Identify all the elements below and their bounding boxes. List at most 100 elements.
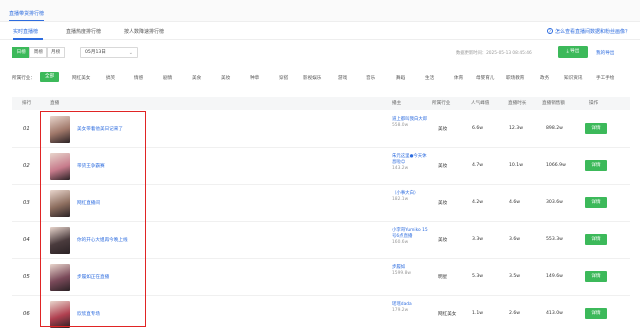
streamer-name[interactable]: 道上都叫我白大郎 xyxy=(392,117,427,122)
peak-audience: 4.2w xyxy=(472,200,484,205)
filter-item[interactable]: 舞蹈 xyxy=(396,75,405,81)
live-duration: 3.5w xyxy=(509,274,521,279)
streamer-name[interactable]: 小李哥Yumiko 15号6点直播 xyxy=(392,228,428,239)
live-thumbnail[interactable] xyxy=(50,153,70,180)
col-industry: 所属行业 xyxy=(432,101,451,106)
streamer-fans: 179.2w xyxy=(392,308,409,313)
top-tab[interactable]: 直播带货排行榜 xyxy=(9,10,45,21)
live-sales: 553.3w xyxy=(546,237,563,242)
my-export-link[interactable]: 我的导出 xyxy=(596,50,614,56)
filter-item[interactable]: 美妆 xyxy=(221,75,230,81)
detail-button[interactable]: 详情 xyxy=(585,234,607,245)
col-sales: 直播销售额 xyxy=(542,101,565,106)
live-thumbnail[interactable] xyxy=(50,190,70,217)
live-title[interactable]: 步履如正在直播 xyxy=(77,274,109,280)
filter-item[interactable]: 知识资讯 xyxy=(564,75,582,81)
streamer-cell[interactable]: 瑶瑶dada 179.2w xyxy=(392,302,430,314)
filter-item[interactable]: 网红美女 xyxy=(72,75,90,81)
live-duration: 10.1w xyxy=(509,163,523,168)
live-title[interactable]: 你的开心大姐再今晚上线 xyxy=(77,237,128,243)
rank: 01 xyxy=(23,126,30,132)
live-title[interactable]: 网红直播间 xyxy=(77,200,100,206)
live-title[interactable]: 欣欣直专场 xyxy=(77,311,100,317)
live-title[interactable]: 美女带着他美日记来了 xyxy=(77,126,123,132)
date-value: 05月13日 xyxy=(85,50,106,55)
streamer-cell[interactable]: 小李哥Yumiko 15号6点直播 160.6w xyxy=(392,228,430,246)
filter-item[interactable]: 音乐 xyxy=(366,75,375,81)
live-sales: 303.6w xyxy=(546,200,563,205)
live-duration: 12.3w xyxy=(509,126,523,131)
streamer-fans: 558.0w xyxy=(392,123,409,128)
daily-button[interactable]: 日榜 xyxy=(12,47,31,58)
rank: 04 xyxy=(23,237,30,243)
filter-item[interactable]: 母婴育儿 xyxy=(476,75,494,81)
col-rank: 排行 xyxy=(22,101,32,106)
period-toggle: 日榜 周榜 月榜 xyxy=(12,47,65,58)
live-thumbnail[interactable] xyxy=(50,264,70,291)
filter-item[interactable]: 游戏 xyxy=(338,75,347,81)
filter-item[interactable]: 搞笑 xyxy=(106,75,115,81)
sub-tabs: 实时直播榜 直播热度排行榜 按人数降速排行榜 ? 怎么查看直播间数据和粉丝画像？ xyxy=(0,22,640,40)
filter-item[interactable]: 影视娱乐 xyxy=(303,75,321,81)
peak-audience: 6.6w xyxy=(472,126,484,131)
filter-item[interactable]: 情感 xyxy=(134,75,143,81)
detail-button[interactable]: 详情 xyxy=(585,123,607,134)
rank: 02 xyxy=(23,163,30,169)
live-duration: 2.6w xyxy=(509,311,521,316)
live-duration: 3.6w xyxy=(509,237,521,242)
streamer-cell[interactable]: 朱元这里●今天休息啦😊 143.2w xyxy=(392,154,430,172)
detail-button[interactable]: 详情 xyxy=(585,160,607,171)
filter-all[interactable]: 全部 xyxy=(40,72,60,82)
weekly-button[interactable]: 周榜 xyxy=(29,47,48,58)
table-row: 03 网红直播间 （小事大白） 182.1w 美妆 4.2w 4.6w 303.… xyxy=(12,185,630,222)
export-button[interactable]: ⤓ 导出 xyxy=(558,46,588,58)
top-bar: 直播带货排行榜 xyxy=(0,0,640,22)
peak-audience: 3.3w xyxy=(472,237,484,242)
industry: 美妆 xyxy=(438,201,448,206)
live-thumbnail[interactable] xyxy=(50,301,70,328)
filter-item[interactable]: 职场教育 xyxy=(506,75,524,81)
live-title[interactable]: 带货王争霸赛 xyxy=(77,163,105,169)
detail-button[interactable]: 详情 xyxy=(585,308,607,319)
table-row: 02 带货王争霸赛 朱元这里●今天休息啦😊 143.2w 美妆 4.7w 10.… xyxy=(12,148,630,185)
filter-item[interactable]: 穿搭 xyxy=(279,75,288,81)
streamer-name[interactable]: 步履如 xyxy=(392,265,405,270)
streamer-name[interactable]: （小事大白） xyxy=(392,191,418,196)
streamer-cell[interactable]: （小事大白） 182.1w xyxy=(392,191,430,203)
col-live: 直播 xyxy=(50,101,60,106)
rank: 06 xyxy=(23,311,30,317)
filter-item[interactable]: 体育 xyxy=(454,75,463,81)
live-sales: 1066.9w xyxy=(546,163,566,168)
peak-audience: 5.3w xyxy=(472,274,484,279)
filter-item[interactable]: 美食 xyxy=(192,75,201,81)
tab-heat[interactable]: 直播热度排行榜 xyxy=(66,28,101,35)
detail-button[interactable]: 详情 xyxy=(585,271,607,282)
streamer-name[interactable]: 瑶瑶dada xyxy=(392,302,412,307)
industry: 美妆 xyxy=(438,164,448,169)
filter-item[interactable]: 生活 xyxy=(425,75,434,81)
download-icon: ⤓ xyxy=(566,49,569,54)
streamer-cell[interactable]: 道上都叫我白大郎 558.0w xyxy=(392,117,430,129)
table-row: 01 美女带着他美日记来了 道上都叫我白大郎 558.0w 美妆 6.6w 12… xyxy=(12,111,630,148)
filter-item[interactable]: 手工手绘 xyxy=(596,75,614,81)
filter-item[interactable]: 种草 xyxy=(250,75,259,81)
streamer-name[interactable]: 朱元这里●今天休息啦😊 xyxy=(392,154,427,165)
col-streamer: 播主 xyxy=(392,101,402,106)
streamer-cell[interactable]: 步履如 1599.8w xyxy=(392,265,430,277)
live-thumbnail[interactable] xyxy=(50,227,70,254)
live-thumbnail[interactable] xyxy=(50,116,70,143)
filter-item[interactable]: 政务 xyxy=(540,75,549,81)
monthly-button[interactable]: 月榜 xyxy=(46,47,65,58)
live-sales: 413.0w xyxy=(546,311,563,316)
help-link[interactable]: ? 怎么查看直播间数据和粉丝画像？ xyxy=(546,28,630,35)
toolbar: 日榜 周榜 月榜 05月13日 ⌄ 数据更新时间：2025-05-13 08:4… xyxy=(0,44,640,62)
chevron-down-icon: ⌄ xyxy=(128,50,133,56)
date-select[interactable]: 05月13日 ⌄ xyxy=(80,47,138,58)
detail-button[interactable]: 详情 xyxy=(585,197,607,208)
filter-item[interactable]: 剧情 xyxy=(163,75,172,81)
live-sales: 149.6w xyxy=(546,274,563,279)
live-sales: 898.2w xyxy=(546,126,563,131)
table-row: 05 步履如正在直播 步履如 1599.8w 明星 5.3w 3.5w 149.… xyxy=(12,259,630,296)
tab-realtime[interactable]: 实时直播榜 xyxy=(13,28,38,35)
tab-audience-drop[interactable]: 按人数降速排行榜 xyxy=(124,28,164,35)
